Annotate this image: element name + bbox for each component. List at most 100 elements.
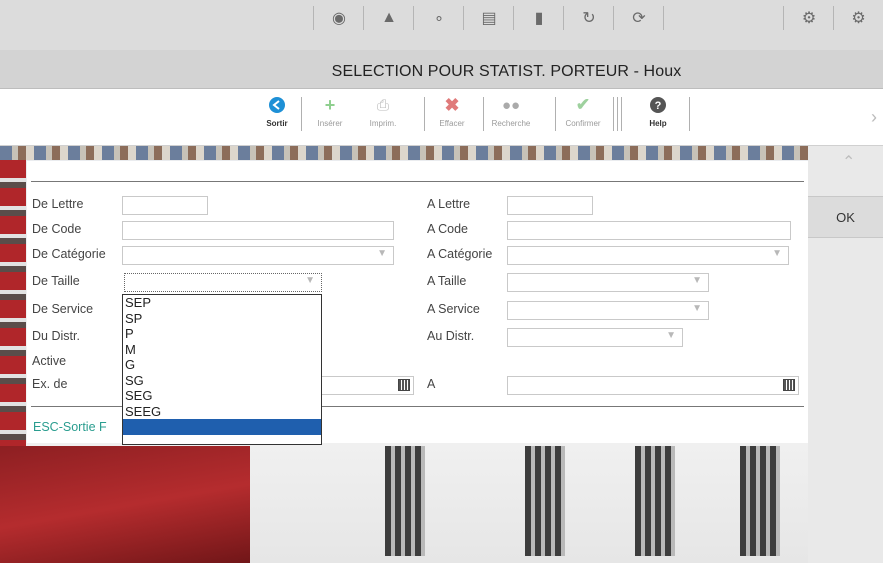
recherche-button[interactable]: ●● Recherche [487, 95, 535, 129]
inserer-button[interactable]: + Insérer [306, 94, 354, 129]
photo-red-awning [0, 446, 250, 563]
taille-option[interactable]: SP [123, 311, 321, 327]
cycle-icon[interactable]: ⟳ [613, 6, 664, 30]
form-divider-top [31, 181, 804, 182]
taille-option[interactable]: SEP [123, 295, 321, 311]
help-question-icon: ? [648, 95, 668, 115]
de-taille-label: De Taille [32, 274, 80, 288]
refresh-icon[interactable]: ↻ [563, 6, 614, 30]
grid-icon[interactable]: ▤ [463, 6, 514, 30]
photo-window [740, 446, 780, 556]
separator [424, 97, 425, 131]
ok-button[interactable]: OK [808, 196, 883, 238]
right-panel: ⌃ OK [808, 146, 883, 563]
chevron-right-icon[interactable]: › [871, 107, 877, 128]
flask-icon[interactable]: ▲ [363, 6, 414, 30]
sortir-button[interactable]: Sortir [253, 95, 301, 128]
taille-option[interactable]: SG [123, 373, 321, 389]
a-lettre-input[interactable] [507, 196, 593, 215]
separator [617, 97, 618, 131]
separator [621, 97, 622, 131]
dropdown-arrow-icon: ▼ [692, 303, 702, 314]
esc-sortie-link[interactable]: ESC-Sortie F [33, 420, 107, 434]
taille-option[interactable]: G [123, 357, 321, 373]
taille-dropdown-list: SEP SP P M G SG SEG SEEG [122, 294, 322, 445]
help-label: Help [649, 119, 667, 128]
du-distr-label: Du Distr. [32, 329, 80, 343]
de-code-label: De Code [32, 222, 82, 236]
dropdown-arrow-icon: ▼ [692, 275, 702, 286]
dropdown-arrow-icon: ▼ [772, 248, 782, 259]
a-code-input[interactable] [507, 221, 791, 240]
dropdown-arrow-icon: ▼ [305, 275, 315, 286]
exit-arrow-icon [267, 95, 287, 115]
eye-icon[interactable]: ◉ [313, 6, 364, 30]
active-label: Active [32, 354, 67, 368]
toolbar: Sortir + Insérer ⎙ Imprim. ✖ Effacer ●● … [0, 89, 883, 146]
checkmark-icon: ✔ [575, 95, 591, 114]
a-date-label: A [427, 377, 436, 391]
binoculars-icon: ●● [501, 96, 521, 114]
de-service-label: De Service [32, 302, 94, 316]
photo-stripe [0, 146, 808, 160]
photo-left-edge [0, 160, 26, 460]
a-taille-label: A Taille [427, 274, 467, 288]
separator [689, 97, 690, 131]
photo-window [385, 446, 425, 556]
recherche-label: Recherche [491, 119, 531, 128]
gear-icon[interactable]: ⚙ [833, 6, 883, 30]
taille-option[interactable]: P [123, 326, 321, 342]
dropdown-arrow-icon: ▼ [377, 248, 387, 259]
inserer-label: Insérer [317, 119, 343, 128]
taille-option-highlighted[interactable] [123, 419, 321, 435]
dropdown-arrow-icon: ▼ [666, 330, 676, 341]
calendar-icon[interactable] [783, 379, 795, 391]
au-distr-select[interactable]: ▼ [507, 328, 683, 347]
top-icon-bar: ◉ ▲ ∘ ▤ ▮ ↻ ⟳ ⚙ ⚙ [0, 0, 883, 50]
plus-icon: + [324, 94, 336, 115]
a-categorie-select[interactable]: ▼ [507, 246, 789, 265]
a-date-input[interactable] [507, 376, 799, 395]
imprim-label: Imprim. [369, 119, 397, 128]
taille-option[interactable]: M [123, 342, 321, 358]
confirmer-button[interactable]: ✔ Confirmer [559, 95, 607, 128]
separator [613, 97, 614, 131]
ex-de-label: Ex. de [32, 377, 68, 391]
photo-window [635, 446, 675, 556]
confirmer-label: Confirmer [565, 119, 601, 128]
a-lettre-label: A Lettre [427, 197, 471, 211]
delete-x-icon: ✖ [444, 94, 460, 115]
printer-icon: ⎙ [376, 96, 389, 114]
de-lettre-input[interactable] [122, 196, 208, 215]
photo-window [525, 446, 565, 556]
separator [301, 97, 302, 131]
a-service-label: A Service [427, 302, 480, 316]
page-title: SELECTION POUR STATIST. PORTEUR - Houx [331, 63, 682, 80]
separator [555, 97, 556, 131]
separator [483, 97, 484, 131]
help-button[interactable]: ? Help [634, 95, 682, 128]
imprim-button[interactable]: ⎙ Imprim. [359, 95, 407, 129]
au-distr-label: Au Distr. [427, 329, 475, 343]
sortir-label: Sortir [266, 119, 288, 128]
a-service-select[interactable]: ▼ [507, 301, 709, 320]
de-taille-select[interactable]: ▼ [124, 273, 322, 292]
taille-option[interactable]: SEG [123, 388, 321, 404]
molecule-icon[interactable]: ∘ [413, 6, 464, 30]
a-code-label: A Code [427, 222, 469, 236]
settings-icon[interactable]: ⚙ [783, 6, 834, 30]
svg-text:?: ? [655, 100, 662, 112]
effacer-button[interactable]: ✖ Effacer [428, 94, 476, 129]
calendar-icon[interactable] [398, 379, 410, 391]
a-categorie-label: A Catégorie [427, 247, 493, 261]
taille-option[interactable]: SEEG [123, 404, 321, 420]
de-code-input[interactable] [122, 221, 394, 240]
chevron-up-icon[interactable]: ⌃ [842, 152, 855, 172]
blank-slot [663, 6, 784, 30]
document-icon[interactable]: ▮ [513, 6, 564, 30]
de-categorie-select[interactable]: ▼ [122, 246, 394, 265]
de-lettre-label: De Lettre [32, 197, 84, 211]
de-categorie-label: De Catégorie [32, 247, 106, 261]
effacer-label: Effacer [439, 119, 465, 128]
a-taille-select[interactable]: ▼ [507, 273, 709, 292]
